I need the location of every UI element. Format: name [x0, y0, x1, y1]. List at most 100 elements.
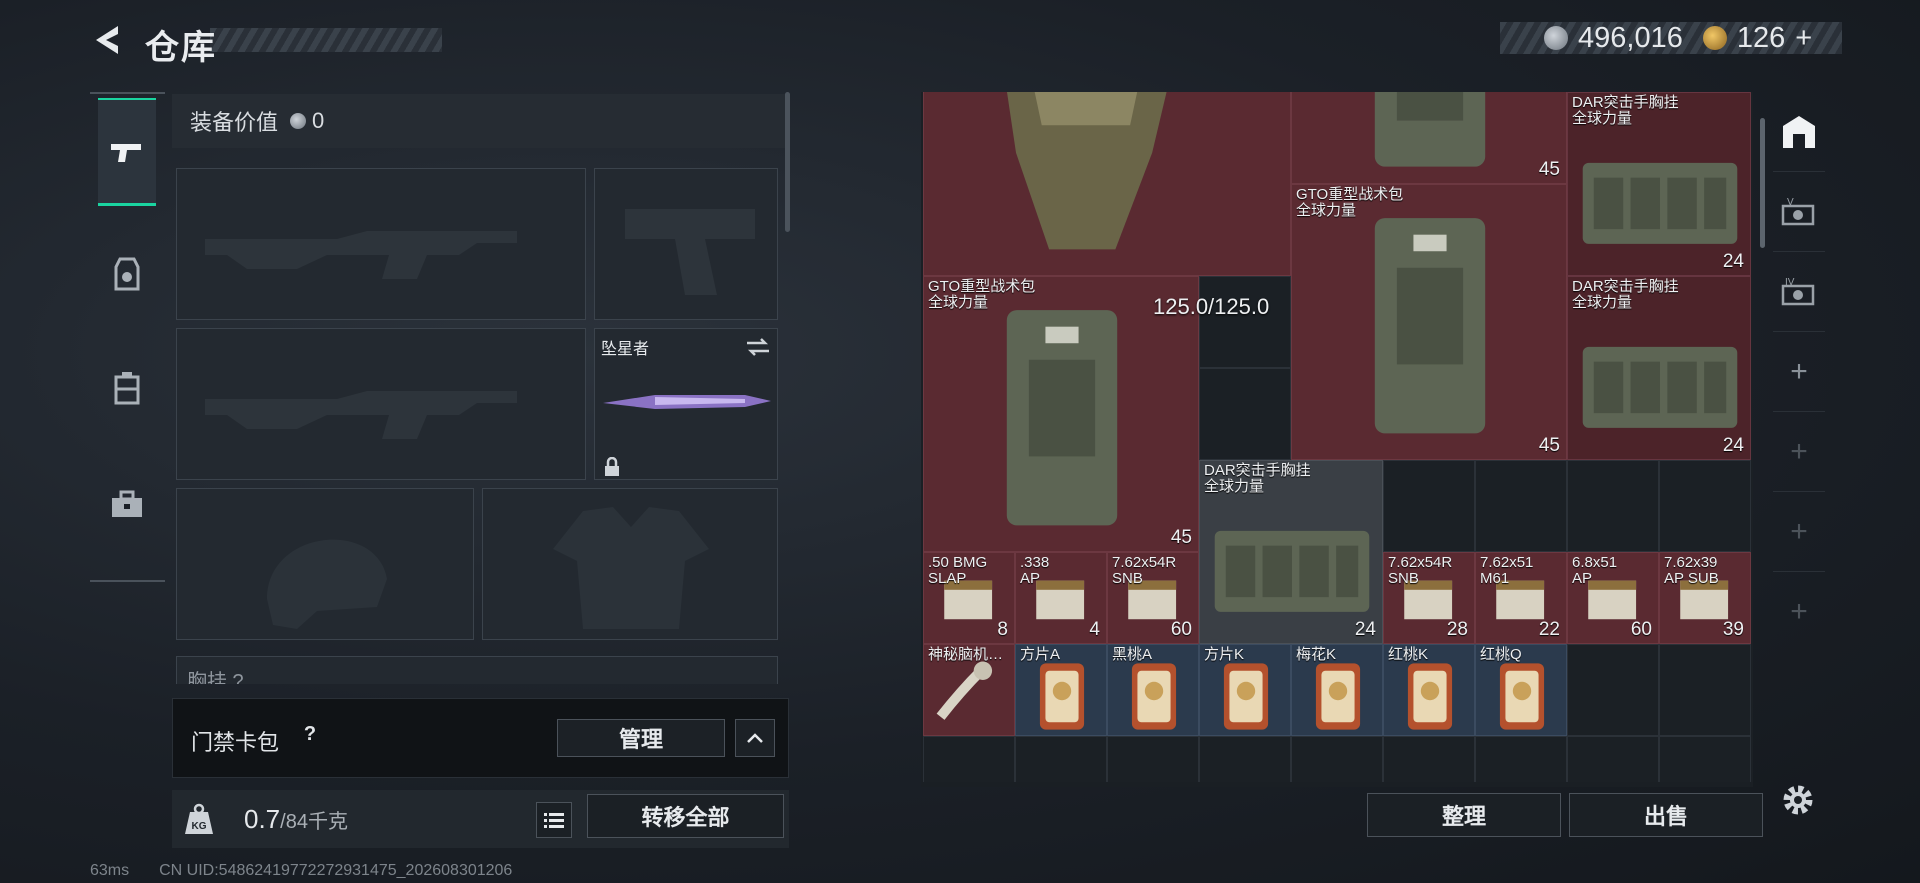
rail-item-toolbox[interactable] — [98, 450, 156, 558]
stash-cell[interactable] — [1567, 644, 1659, 736]
stash-item[interactable]: 红桃K — [1383, 644, 1475, 736]
stash-cell[interactable] — [1475, 736, 1567, 782]
svg-text:KG: KG — [192, 821, 207, 832]
primary-weapon-slot[interactable] — [176, 168, 586, 320]
stash-item[interactable]: DAR突击手胸挂 全球力量 24 — [1199, 460, 1383, 644]
pistol-slot[interactable] — [594, 168, 778, 320]
container-iv-tab[interactable]: IV — [1773, 252, 1825, 332]
item-count: 4 — [1089, 619, 1100, 640]
stash-item[interactable]: 24 — [923, 92, 1291, 276]
rail-item-backpack[interactable] — [98, 334, 156, 442]
stash-cell[interactable] — [1199, 276, 1291, 368]
silver-coin-icon — [1544, 26, 1568, 50]
silver-amount: 496,016 — [1578, 21, 1683, 54]
help-icon[interactable]: ? — [297, 723, 323, 749]
stash-item[interactable]: .338 AP 4 — [1015, 552, 1107, 644]
storage-tab[interactable] — [1773, 92, 1825, 172]
rifle-silhouette-icon — [205, 231, 517, 279]
stash-item[interactable]: 方片A — [1015, 644, 1107, 736]
add-currency-button[interactable]: + — [1795, 22, 1812, 55]
stash-scrollbar[interactable] — [1760, 118, 1765, 248]
weight-current: 0.7 — [244, 804, 281, 834]
stash-item[interactable]: 7.62x54R SNB 60 — [1107, 552, 1199, 644]
equipment-scrollbar[interactable] — [785, 92, 790, 232]
stash-cell[interactable] — [923, 736, 1015, 782]
list-view-button[interactable] — [536, 802, 572, 838]
secondary-weapon-slot[interactable] — [176, 328, 586, 480]
item-count: 60 — [1630, 619, 1652, 640]
item-name: 6.8x51 AP — [1572, 554, 1618, 587]
list-icon — [544, 813, 564, 828]
transfer-all-button[interactable]: 转移全部 — [587, 794, 784, 838]
stash-item[interactable]: DAR突击手胸挂 全球力量 24 — [1567, 92, 1751, 276]
item-name: .50 BMG SLAP — [928, 554, 988, 587]
stash-cell[interactable] — [1015, 736, 1107, 782]
stash-item[interactable]: 方片K — [1199, 644, 1291, 736]
stash-cell[interactable] — [1659, 460, 1751, 552]
stash-cell[interactable] — [1475, 460, 1567, 552]
uid-readout: CN UID:548624197722729314​75_20260830120… — [159, 862, 513, 879]
category-rail — [90, 92, 165, 582]
stash-cell[interactable] — [1107, 736, 1199, 782]
container-v-icon: V — [1781, 197, 1815, 225]
svg-text:V: V — [1787, 197, 1794, 208]
stash-item[interactable]: 7.62x54R SNB 28 — [1383, 552, 1475, 644]
stash-cell[interactable] — [1199, 736, 1291, 782]
item-count: 60 — [1170, 619, 1192, 640]
stash-item[interactable]: 7.62x51 M61 22 — [1475, 552, 1567, 644]
stash-item[interactable]: 神秘脑机… — [923, 644, 1015, 736]
tool-rail: V IV + + + + — [1773, 92, 1825, 782]
stash-item[interactable]: 红桃Q — [1475, 644, 1567, 736]
item-name: 7.62x39 AP SUB — [1664, 554, 1719, 587]
add-container-button[interactable]: + — [1773, 572, 1825, 652]
weight-bar: KG 0.7/84千克 转移全部 — [172, 790, 789, 848]
armor-slot[interactable] — [482, 488, 778, 640]
stash-cell[interactable] — [1383, 460, 1475, 552]
stash-item[interactable]: .50 BMG SLAP 8 — [923, 552, 1015, 644]
item-name: 红桃Q — [1480, 646, 1522, 663]
stash-cell[interactable] — [1567, 736, 1659, 782]
ping-readout: 63ms — [90, 862, 130, 879]
item-count: 45 — [1538, 159, 1560, 180]
stash-item[interactable]: 6.8x51 AP 60 — [1567, 552, 1659, 644]
equipment-value: 装备价值 0 — [172, 94, 789, 148]
stash-cell[interactable] — [1383, 736, 1475, 782]
stash-cell[interactable] — [1567, 460, 1659, 552]
stash-cell[interactable] — [1199, 368, 1291, 460]
item-name: 方片K — [1204, 646, 1245, 663]
stash-item[interactable]: 45 — [1291, 92, 1567, 184]
item-name: 7.62x54R SNB — [1112, 554, 1177, 587]
settings-gear-icon[interactable] — [1778, 780, 1818, 820]
stash-cell[interactable] — [1659, 644, 1751, 736]
stash-item[interactable]: 梅花K — [1291, 644, 1383, 736]
chest-rig-slot[interactable]: 胸挂 ? — [176, 656, 778, 684]
rail-item-weapons[interactable] — [98, 98, 156, 206]
add-container-button[interactable]: + — [1773, 332, 1825, 412]
sell-button[interactable]: 出售 — [1569, 793, 1763, 837]
item-name: 红桃K — [1388, 646, 1429, 663]
item-count: 39 — [1722, 619, 1744, 640]
equipment-value-label: 装备价值 — [190, 110, 279, 135]
melee-slot[interactable]: 坠星者 — [594, 328, 778, 480]
collapse-button[interactable] — [735, 719, 775, 757]
add-container-button[interactable]: + — [1773, 492, 1825, 572]
stash-cell[interactable] — [1659, 736, 1751, 782]
manage-button[interactable]: 管理 — [557, 719, 725, 757]
container-v-tab[interactable]: V — [1773, 172, 1825, 252]
item-count: 8 — [997, 619, 1008, 640]
stash-item[interactable]: 7.62x39 AP SUB 39 — [1659, 552, 1751, 644]
rail-item-gear[interactable] — [98, 220, 156, 328]
stash-item[interactable]: DAR突击手胸挂 全球力量 24 — [1567, 276, 1751, 460]
item-name: 梅花K — [1296, 646, 1337, 663]
gear-bag-icon — [114, 257, 140, 291]
add-container-button[interactable]: + — [1773, 412, 1825, 492]
helmet-slot[interactable] — [176, 488, 474, 640]
stash-cell[interactable] — [1291, 736, 1383, 782]
back-arrow-icon[interactable] — [90, 22, 126, 58]
sort-button[interactable]: 整理 — [1367, 793, 1561, 837]
stash-item[interactable]: GTO重型战术包 全球力量 45 — [1291, 184, 1567, 460]
chest-rig-label: 胸挂 ? — [187, 671, 244, 684]
item-count: 28 — [1446, 619, 1468, 640]
item-name: GTO重型战术包 全球力量 — [1296, 186, 1404, 219]
stash-item[interactable]: 黑桃A — [1107, 644, 1199, 736]
